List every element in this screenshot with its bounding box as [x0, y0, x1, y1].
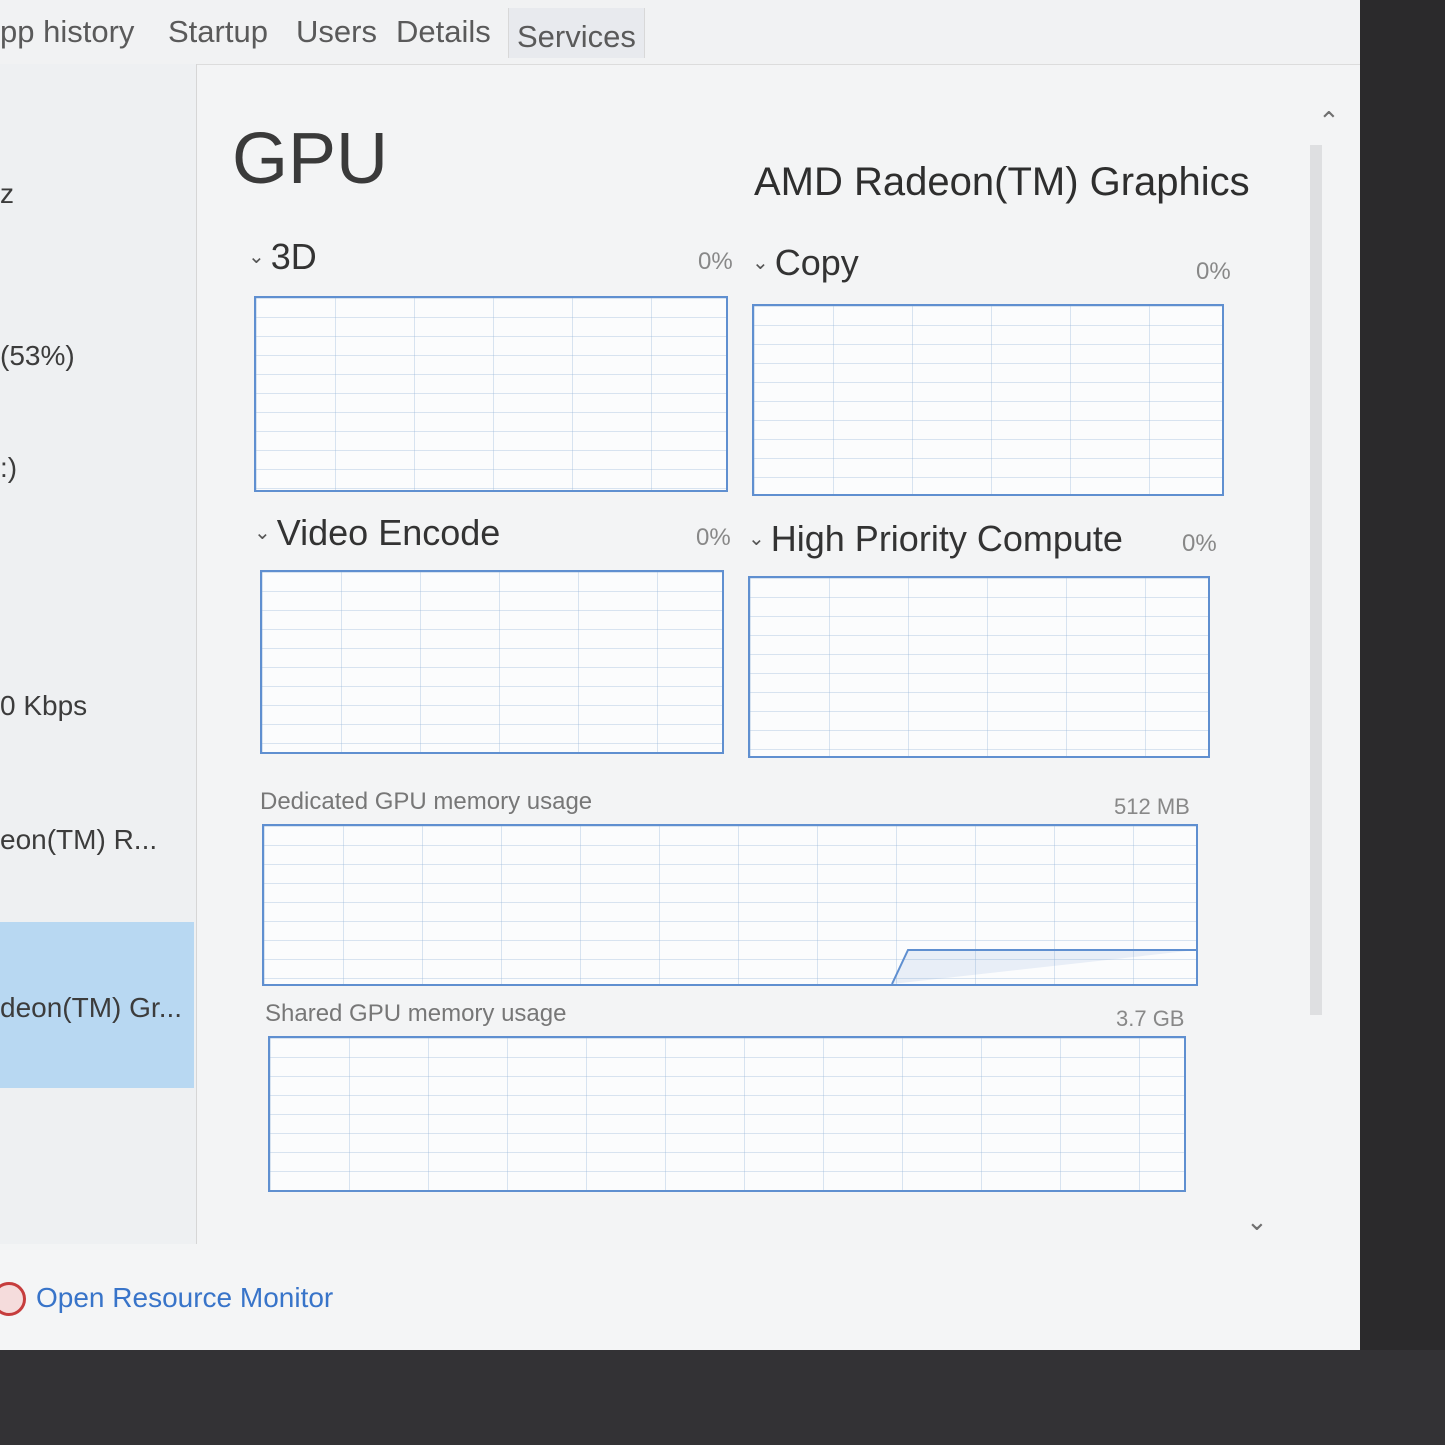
engine-selector-video-encode[interactable]: ⌄ Video Encode — [254, 512, 500, 554]
open-resource-monitor-link[interactable]: Open Resource Monitor — [36, 1282, 333, 1314]
engine-label: Copy — [774, 242, 859, 283]
tab-users[interactable]: Users — [296, 14, 377, 50]
chevron-down-icon: ⌄ — [254, 522, 271, 544]
graph-copy — [752, 304, 1224, 496]
tab-services[interactable]: Services — [508, 8, 645, 58]
task-manager-window: pp history Startup Users Details Service… — [0, 0, 1360, 1350]
engine-label: 3D — [270, 236, 317, 277]
engine-percent: 0% — [696, 524, 731, 551]
graph-video-encode — [260, 570, 724, 754]
shared-memory-label: Shared GPU memory usage — [265, 1000, 567, 1027]
scroll-thumb[interactable] — [1310, 145, 1322, 1015]
graph-3d — [254, 296, 728, 492]
sidebar-item-memory[interactable]: (53%) — [0, 340, 75, 372]
shared-memory-max: 3.7 GB — [1116, 1006, 1185, 1031]
engine-selector-high-priority-compute[interactable]: ⌄ High Priority Compute — [748, 518, 1123, 560]
chevron-down-icon: ⌄ — [248, 246, 265, 268]
gpu-adapter-name: AMD Radeon(TM) Graphics — [754, 160, 1250, 204]
dedicated-memory-trace — [891, 949, 1196, 984]
tab-details[interactable]: Details — [396, 14, 491, 50]
sidebar-item-disk[interactable]: :) — [0, 452, 17, 484]
sidebar-item-cpu-speed[interactable]: z — [0, 178, 14, 210]
chevron-down-icon: ⌄ — [752, 252, 769, 274]
chevron-up-icon[interactable]: ⌃ — [1318, 106, 1340, 137]
tab-startup[interactable]: Startup — [168, 14, 268, 50]
page-title: GPU — [232, 119, 389, 199]
sidebar-item-gpu-0[interactable]: eon(TM) R... — [0, 824, 157, 856]
engine-label: Video Encode — [276, 512, 501, 553]
engine-label: High Priority Compute — [770, 518, 1123, 559]
chevron-down-icon: ⌄ — [748, 528, 765, 550]
dedicated-memory-label: Dedicated GPU memory usage — [260, 788, 593, 815]
tab-bar: pp history Startup Users Details Service… — [0, 0, 1360, 65]
chevron-down-icon[interactable]: ⌄ — [1246, 1206, 1268, 1237]
engine-percent: 0% — [1196, 258, 1231, 285]
graph-dedicated-memory — [262, 824, 1198, 986]
sidebar-item-gpu-1[interactable]: deon(TM) Gr... — [0, 992, 182, 1024]
engine-selector-3d[interactable]: ⌄ 3D — [248, 236, 317, 278]
engine-percent: 0% — [698, 248, 733, 275]
engine-percent: 0% — [1182, 530, 1217, 557]
monitor-bezel — [0, 1350, 1445, 1445]
tab-app-history[interactable]: pp history — [0, 14, 134, 50]
graph-high-priority-compute — [748, 576, 1210, 758]
engine-selector-copy[interactable]: ⌄ Copy — [752, 242, 859, 284]
sidebar-item-network[interactable]: 0 Kbps — [0, 690, 87, 722]
graph-shared-memory — [268, 1036, 1186, 1192]
dedicated-memory-max: 512 MB — [1114, 794, 1190, 819]
